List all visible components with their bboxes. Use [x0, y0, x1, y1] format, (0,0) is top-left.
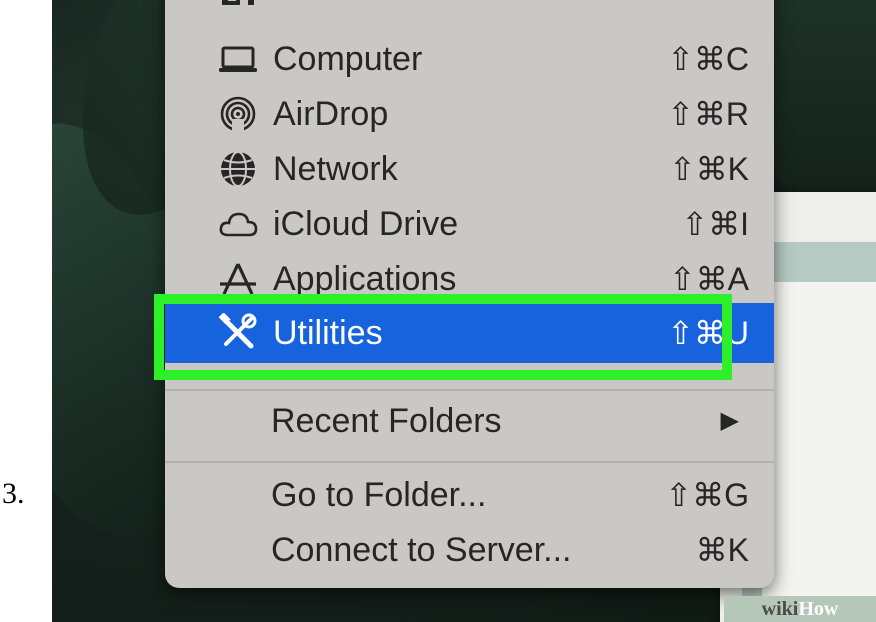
- utilities-tools-icon: [218, 313, 258, 351]
- keyboard-shortcut: ⇧⌘A: [668, 261, 749, 297]
- menu-item-label: AirDrop: [273, 95, 389, 133]
- keyboard-shortcut: ⇧⌘U: [667, 315, 749, 351]
- background-photo: Home ⇧⌘H Computer ⇧⌘C: [52, 0, 876, 622]
- menu-item-go-to-folder[interactable]: Go to Folder... ⇧⌘G: [165, 467, 774, 523]
- menu-item-network[interactable]: Network ⇧⌘K: [165, 141, 774, 197]
- menu-item-label: Go to Folder...: [271, 476, 487, 514]
- menu-item-label: Computer: [273, 40, 423, 78]
- menu-item-applications[interactable]: Applications ⇧⌘A: [165, 251, 774, 307]
- watermark-how: How: [798, 598, 839, 620]
- airdrop-icon: [218, 95, 258, 133]
- background-window-content: [762, 282, 876, 602]
- menu-item-label: iCloud Drive: [273, 205, 459, 243]
- menu-item-label: Utilities: [273, 314, 383, 352]
- menu-item-label: Home: [273, 0, 364, 16]
- menu-item-airdrop[interactable]: AirDrop ⇧⌘R: [165, 86, 774, 142]
- menu-item-computer[interactable]: Computer ⇧⌘C: [165, 31, 774, 87]
- go-menu-dropdown: Home ⇧⌘H Computer ⇧⌘C: [165, 0, 774, 588]
- keyboard-shortcut: ⇧⌘I: [681, 206, 749, 242]
- step-number: 3.: [2, 477, 25, 510]
- cloud-icon: [218, 205, 258, 243]
- menu-item-label: Connect to Server...: [271, 531, 572, 569]
- home-icon: [218, 0, 258, 7]
- menu-item-utilities[interactable]: Utilities ⇧⌘U: [165, 303, 774, 363]
- submenu-arrow-icon: ▶: [720, 407, 739, 434]
- menu-item-label: Applications: [273, 260, 457, 298]
- menu-item-icloud-drive[interactable]: iCloud Drive ⇧⌘I: [165, 196, 774, 252]
- keyboard-shortcut: ⇧⌘G: [665, 477, 749, 513]
- computer-icon: [218, 40, 258, 78]
- wikihow-watermark: wikiHow: [724, 596, 876, 622]
- menu-separator: [165, 389, 774, 391]
- keyboard-shortcut: ⇧⌘H: [667, 0, 749, 16]
- menu-separator: [165, 461, 774, 463]
- menu-item-label: Network: [273, 150, 398, 188]
- keyboard-shortcut: ⇧⌘K: [668, 151, 749, 187]
- applications-icon: [218, 260, 258, 298]
- menu-item-home[interactable]: Home ⇧⌘H: [165, 0, 774, 16]
- network-globe-icon: [218, 150, 258, 188]
- menu-item-label: Recent Folders: [271, 402, 502, 440]
- menu-item-recent-folders[interactable]: Recent Folders ▶: [165, 393, 774, 449]
- keyboard-shortcut: ⇧⌘R: [667, 96, 749, 132]
- watermark-wiki: wiki: [761, 598, 799, 620]
- menu-item-connect-to-server[interactable]: Connect to Server... ⌘K: [165, 522, 774, 578]
- keyboard-shortcut: ⇧⌘C: [667, 41, 749, 77]
- keyboard-shortcut: ⌘K: [695, 532, 749, 568]
